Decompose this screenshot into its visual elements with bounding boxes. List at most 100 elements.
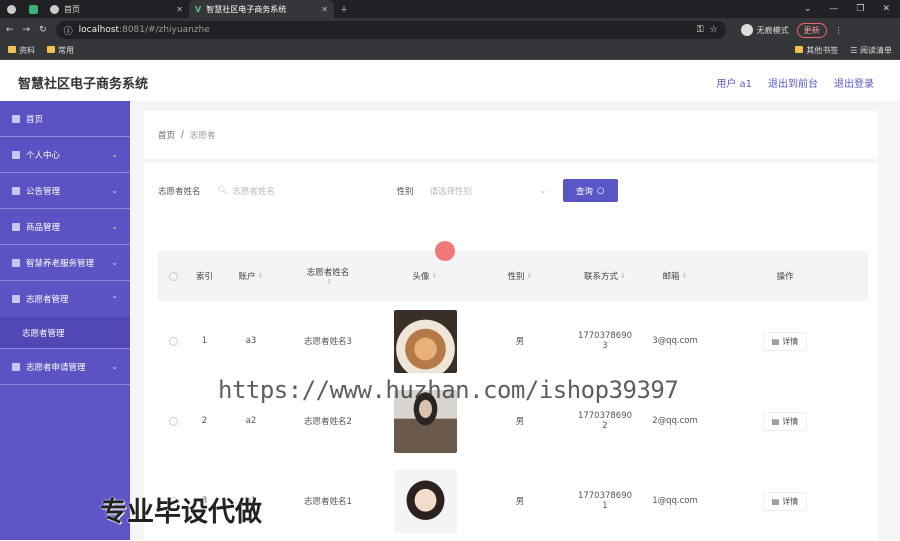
app-icon xyxy=(28,4,38,14)
header-label: 头像 xyxy=(412,272,430,282)
cell-account: a2 xyxy=(245,416,257,426)
cell-phone: 17703786902 xyxy=(577,411,633,431)
query-button[interactable]: 查询 ○ xyxy=(562,179,618,202)
header-label: 索引 xyxy=(195,272,213,282)
browser-tab-2[interactable] xyxy=(22,0,44,18)
incognito-indicator[interactable]: 无痕模式 xyxy=(740,24,789,36)
sort-icon[interactable]: ⇕ xyxy=(258,272,264,280)
table-row: 3 a1 志愿者姓名1 男 17703786901 1@qq.com ▤ 详情 xyxy=(158,461,868,541)
sidebar-item-label: 个人中心 xyxy=(26,150,61,161)
sex-select[interactable]: 请选择性别 ⌄ xyxy=(426,180,551,202)
sidebar-item-label: 公告管理 xyxy=(26,186,61,197)
info-icon[interactable]: ⓘ xyxy=(64,24,73,37)
breadcrumb-home[interactable]: 首页 xyxy=(158,129,175,141)
detail-button[interactable]: ▤ 详情 xyxy=(762,491,808,511)
sidebar-subitem-volunteer[interactable]: 志愿者管理 xyxy=(0,317,130,349)
sidebar-item-notice[interactable]: 公告管理 ⌄ xyxy=(0,173,130,209)
search-form: 志愿者姓名 🔍︎ 志愿者姓名 性别 请选择性别 ⌄ 查询 ○ xyxy=(158,179,618,202)
cell-email: 1@qq.com xyxy=(652,496,698,506)
table-header: 索引 账户 ⇕ 志愿者姓名 ⇕ 头像 ⇕ 性别 ⇕ 联系方式 ⇕ 邮箱 ⇕ 操作 xyxy=(158,251,868,301)
apply-icon xyxy=(12,362,20,371)
select-all-checkbox[interactable] xyxy=(158,271,188,281)
bookmark-label: 常用 xyxy=(58,46,74,55)
window-controls: ⌄ — ❐ ✕ xyxy=(804,4,900,14)
bookmark-folder-2[interactable]: 常用 xyxy=(47,45,74,56)
col-email[interactable]: 邮箱 ⇕ xyxy=(645,270,705,282)
new-tab-button[interactable]: ＋ xyxy=(334,0,354,18)
detail-button[interactable]: ▤ 详情 xyxy=(762,411,808,431)
cell-sex: 男 xyxy=(515,417,525,427)
other-bookmarks[interactable]: 其他书签 xyxy=(795,45,838,56)
header-label: 联系方式 xyxy=(584,272,619,282)
sort-icon[interactable]: ⇕ xyxy=(620,272,626,280)
restore-icon[interactable]: ❐ xyxy=(856,4,864,14)
chevron-down-icon: ⌄ xyxy=(111,222,118,231)
folder-icon xyxy=(795,46,804,53)
sort-icon[interactable]: ⇕ xyxy=(527,272,533,280)
menu-icon[interactable]: ⋮ xyxy=(835,26,843,35)
back-icon[interactable]: ← xyxy=(6,25,14,35)
omnibox[interactable]: ⓘ localhost:8081/#/zhiyuanzhe ⚿ ☆ xyxy=(55,21,726,39)
checkbox-icon xyxy=(168,416,178,426)
key-icon[interactable]: ⚿ xyxy=(697,25,704,35)
breadcrumb-separator: / xyxy=(181,130,184,140)
sort-icon[interactable]: ⇕ xyxy=(682,272,688,280)
sidebar-item-service[interactable]: 智慧养老服务管理 ⌄ xyxy=(0,245,130,281)
cell-action: ▤ 详情 xyxy=(705,491,865,511)
close-tab-icon[interactable]: ✕ xyxy=(176,5,183,14)
col-phone[interactable]: 联系方式 ⇕ xyxy=(565,270,645,282)
bookmark-label: 其他书签 xyxy=(806,46,839,55)
chevron-down-icon: ⌄ xyxy=(539,185,547,196)
main-area: 首页 / 志愿者 志愿者姓名 🔍︎ 志愿者姓名 性别 请选择性别 ⌄ 查询 ○ 索引 … xyxy=(130,101,900,540)
query-button-label: 查询 xyxy=(575,186,593,197)
user-link[interactable]: 用户 a1 xyxy=(716,75,752,90)
chevron-down-icon: ⌄ xyxy=(111,186,118,195)
bookmark-folder-1[interactable]: 资料 xyxy=(8,45,35,56)
sidebar-item-home[interactable]: 首页 xyxy=(0,101,130,137)
browser-tab-1[interactable] xyxy=(0,0,22,18)
browser-tab-home[interactable]: 首页 ✕ xyxy=(44,0,189,18)
forward-icon[interactable]: → xyxy=(23,25,31,35)
browser-tab-active[interactable]: V 智慧社区电子商务系统 ✕ xyxy=(189,0,334,18)
chevron-up-icon: ⌃ xyxy=(111,294,118,304)
cell-name: 志愿者姓名2 xyxy=(304,417,352,427)
detail-button[interactable]: ▤ 详情 xyxy=(762,331,808,351)
chevron-down-icon[interactable]: ⌄ xyxy=(804,4,812,14)
sort-icon[interactable]: ⇕ xyxy=(326,278,332,286)
col-sex[interactable]: 性别 ⇕ xyxy=(475,270,565,282)
minimize-icon[interactable]: — xyxy=(829,4,838,14)
browser-tab-strip: 首页 ✕ V 智慧社区电子商务系统 ✕ ＋ ⌄ — ❐ ✕ xyxy=(0,0,900,18)
col-account[interactable]: 账户 ⇕ xyxy=(221,270,281,282)
sidebar-item-goods[interactable]: 商品管理 ⌄ xyxy=(0,209,130,245)
sex-placeholder: 请选择性别 xyxy=(429,186,473,197)
tab-label: 首页 xyxy=(64,4,80,14)
col-name[interactable]: 志愿者姓名 ⇕ xyxy=(281,266,375,286)
vue-icon: V xyxy=(195,4,202,14)
cell-index: 2 xyxy=(201,416,208,426)
reading-list-icon: ☰ xyxy=(850,46,860,55)
chevron-down-icon: ⌄ xyxy=(111,150,118,159)
reload-icon[interactable]: ↻ xyxy=(39,25,47,35)
reading-list[interactable]: ☰ 阅读清单 xyxy=(850,45,892,56)
logout-link[interactable]: 退出登录 xyxy=(834,75,874,90)
document-icon: ▤ xyxy=(771,496,780,506)
star-icon[interactable]: ☆ xyxy=(710,25,718,35)
goods-icon xyxy=(12,222,20,231)
sidebar-item-apply[interactable]: 志愿者申请管理 ⌄ xyxy=(0,349,130,385)
back-to-front-link[interactable]: 退出到前台 xyxy=(768,75,818,90)
sidebar-item-personal[interactable]: 个人中心 ⌄ xyxy=(0,137,130,173)
col-action: 操作 xyxy=(705,270,865,282)
cell-phone: 17703786901 xyxy=(577,491,633,511)
update-button[interactable]: 更新 xyxy=(796,22,827,38)
row-checkbox[interactable] xyxy=(158,416,188,426)
sidebar-item-volunteer[interactable]: 志愿者管理 ⌃ xyxy=(0,281,130,317)
name-search-input[interactable]: 🔍︎ 志愿者姓名 xyxy=(212,179,343,202)
globe-icon xyxy=(6,4,16,14)
avatar-woman xyxy=(393,469,457,533)
col-avatar[interactable]: 头像 ⇕ xyxy=(375,270,475,282)
row-checkbox[interactable] xyxy=(158,336,188,346)
close-window-icon[interactable]: ✕ xyxy=(882,4,890,14)
close-tab-icon[interactable]: ✕ xyxy=(321,5,328,14)
sort-icon[interactable]: ⇕ xyxy=(432,272,438,280)
cell-action: ▤ 详情 xyxy=(705,331,865,351)
